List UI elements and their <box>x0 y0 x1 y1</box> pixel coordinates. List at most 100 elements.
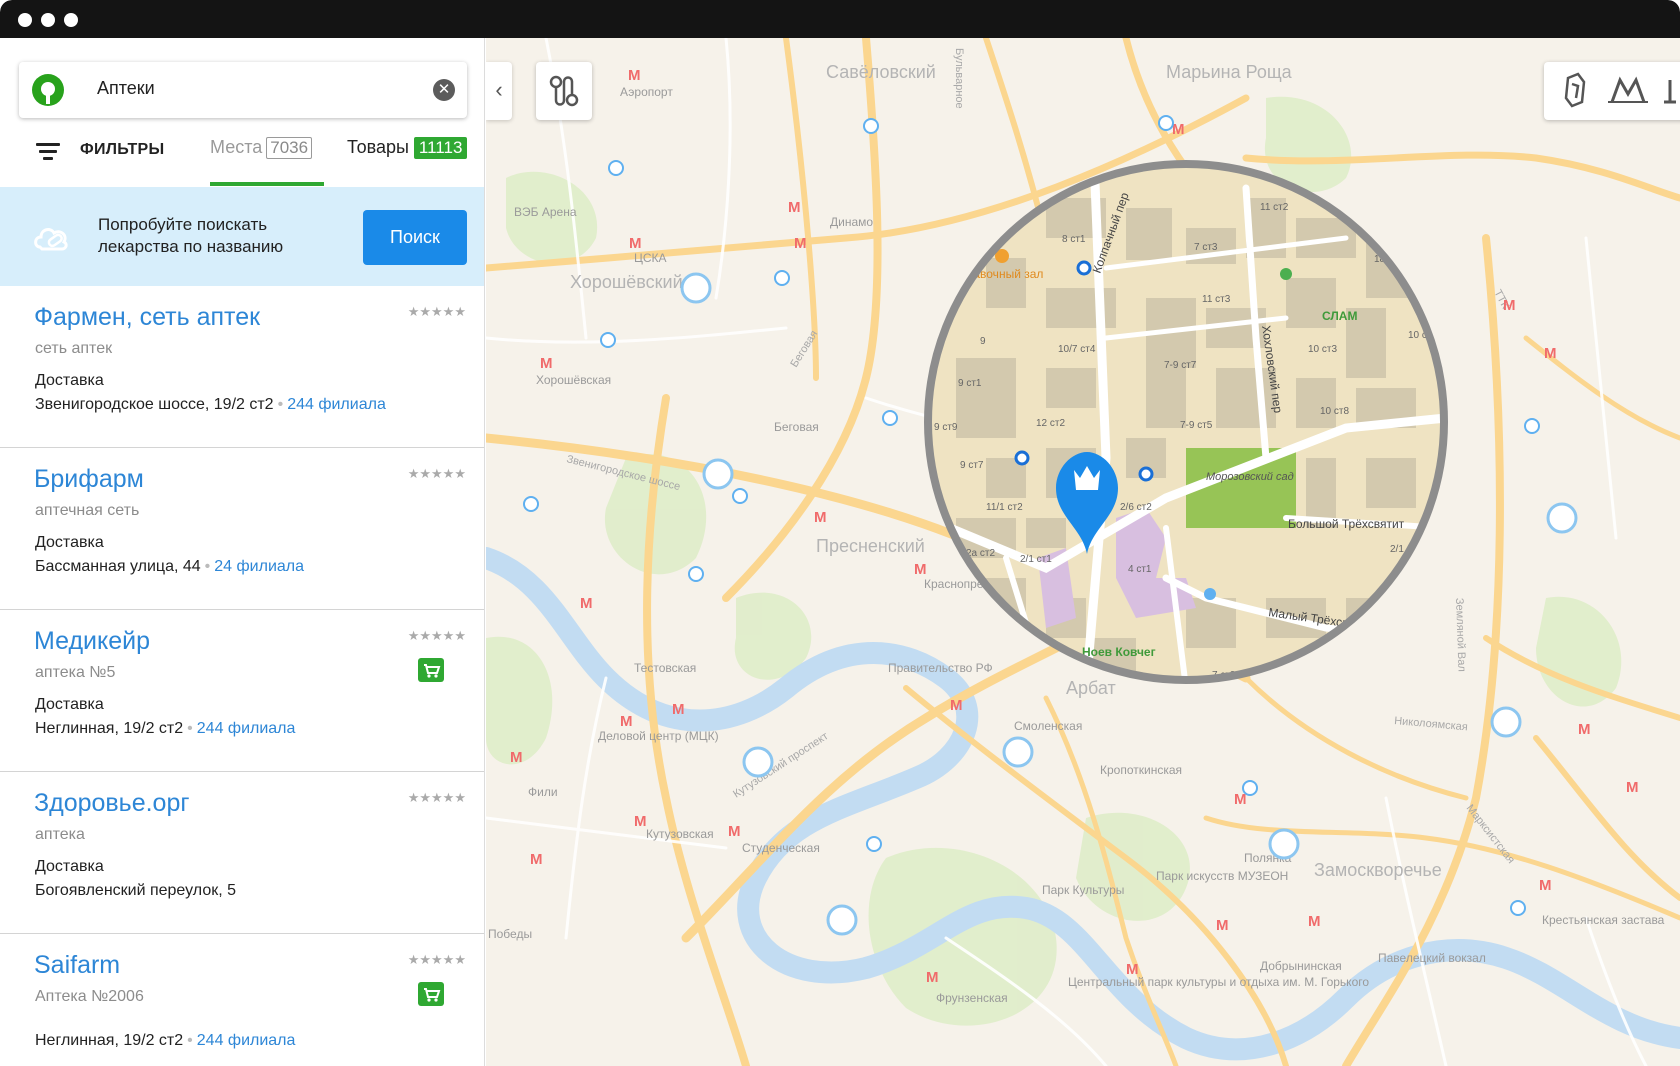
cart-icon[interactable] <box>418 982 444 1006</box>
result-category: аптечная сеть <box>35 502 140 519</box>
building-number: 9 ст1 <box>958 378 982 389</box>
result-name[interactable]: Брифарм <box>34 465 144 494</box>
filter-icon[interactable] <box>36 142 60 160</box>
rating-stars-icon: ★★★★★ <box>407 952 466 967</box>
zoom-poi-label: Ноев Ковчег <box>1082 645 1156 659</box>
zoom-poi-label: СЛАМ <box>1322 309 1357 323</box>
building-number: 10 ст3 <box>1308 344 1337 355</box>
metro-icon: М <box>628 67 641 84</box>
search-input[interactable]: Аптеки <box>97 78 155 99</box>
window-close-dot[interactable] <box>18 13 32 27</box>
building-number: 4 ст1 <box>1128 564 1152 575</box>
active-tab-indicator <box>210 182 324 186</box>
building-number: 10/7 ст4 <box>1058 344 1096 355</box>
metro-icon: М <box>580 595 593 612</box>
result-branches-link[interactable]: 244 филиала <box>197 720 296 737</box>
tab-goods[interactable]: Товары 11113 <box>347 137 468 159</box>
result-branches-link[interactable]: 24 филиала <box>214 558 304 575</box>
result-address-line: Неглинная, 19/2 ст2 • 244 филиала <box>35 720 295 738</box>
rating-stars-icon: ★★★★★ <box>407 628 466 643</box>
metro-icon: М <box>728 823 741 840</box>
map-layers-toolbar <box>1544 62 1680 120</box>
cart-icon[interactable] <box>418 658 444 682</box>
metro-icon: М <box>926 969 939 986</box>
filters-row: ФИЛЬТРЫ Места 7036 Товары 11113 <box>0 134 484 184</box>
collapse-sidebar-button[interactable]: ‹ <box>486 62 512 120</box>
traffic-light-icon[interactable] <box>1564 72 1586 108</box>
route-button[interactable] <box>536 62 592 120</box>
separator-dot: • <box>204 558 211 575</box>
app-logo-icon <box>32 74 64 106</box>
promo-banner: Попробуйте поискать лекарства по названи… <box>0 187 484 286</box>
result-item[interactable]: Здоровье.орг ★★★★★ аптека Доставка Богоявлен… <box>0 772 484 934</box>
result-delivery: Доставка <box>35 372 104 389</box>
metro-icon: М <box>1308 913 1321 930</box>
building-number: 12 ст2 <box>1036 418 1065 429</box>
metro-icon: М <box>950 697 963 714</box>
building-number: 2/1 ст1 <box>1020 554 1052 565</box>
clear-search-button[interactable]: ✕ <box>433 79 455 101</box>
building-number: 7-9 ст7 <box>1164 360 1197 371</box>
result-address: Неглинная, 19/2 ст2 <box>35 1032 184 1049</box>
result-category: аптека <box>35 826 85 843</box>
district-label: Хорошёвский <box>570 272 683 292</box>
station-label: Фили <box>528 785 558 799</box>
result-address: Богоявленский переулок, 5 <box>35 882 236 899</box>
promo-text-line2: лекарства по названию <box>98 237 284 256</box>
result-category: аптека №5 <box>35 664 116 681</box>
station-label: Парк Культуры <box>1042 883 1124 897</box>
metro-layer-icon[interactable] <box>1608 76 1648 103</box>
result-item[interactable]: Фармен, сеть аптек ★★★★★ сеть аптек Доставк… <box>0 286 484 448</box>
station-label: Студенческая <box>742 841 820 855</box>
metro-icon: М <box>814 509 827 526</box>
window-maximize-dot[interactable] <box>64 13 78 27</box>
station-label: Крестьянская застава <box>1542 913 1665 927</box>
promo-text: Попробуйте поискать лекарства по названи… <box>98 214 283 258</box>
promo-text-line1: Попробуйте поискать <box>98 215 268 234</box>
metro-icon: М <box>1503 297 1516 314</box>
route-icon <box>549 75 579 107</box>
metro-icon: М <box>620 713 633 730</box>
station-label: Добрынинская <box>1260 959 1342 973</box>
metro-icon: М <box>1539 877 1552 894</box>
result-name[interactable]: Здоровье.орг <box>34 789 189 818</box>
result-address: Неглинная, 19/2 ст2 <box>35 720 184 737</box>
filters-button[interactable]: ФИЛЬТРЫ <box>80 141 164 159</box>
search-bar[interactable]: Аптеки ✕ <box>19 62 467 118</box>
result-name[interactable]: Медикейр <box>34 627 150 656</box>
result-item[interactable]: Saifarm ★★★★★ Аптека №2006 Неглинная, 19/2 … <box>0 934 484 1066</box>
result-item[interactable]: Медикейр ★★★★★ аптека №5 Доставка Неглинная,… <box>0 610 484 772</box>
building-number: 11 ст2 <box>1260 202 1289 213</box>
result-branches-link[interactable]: 244 филиала <box>287 396 386 413</box>
district-label: Арбат <box>1066 678 1116 698</box>
result-branches-link[interactable]: 244 филиала <box>197 1032 296 1049</box>
station-label: Павелецкий вокзал <box>1378 951 1486 965</box>
street-label: Земляной Вал <box>1453 598 1468 672</box>
result-delivery: Доставка <box>35 858 104 875</box>
building-number: 7-9 ст5 <box>1180 420 1213 431</box>
metro-icon: М <box>540 355 553 372</box>
station-label: Победы <box>488 927 532 941</box>
map-view[interactable]: Савёловский Марьина Роща Хорошёвский Пре… <box>486 38 1680 1066</box>
building-number: 7 ст3 <box>1194 242 1218 253</box>
result-address-line: Богоявленский переулок, 5 <box>35 882 236 900</box>
rating-stars-icon: ★★★★★ <box>407 790 466 805</box>
promo-search-button[interactable]: Поиск <box>363 210 467 265</box>
result-category: сеть аптек <box>35 340 113 357</box>
tab-places[interactable]: Места 7036 <box>210 137 313 159</box>
result-delivery: Доставка <box>35 534 104 551</box>
rating-stars-icon: ★★★★★ <box>407 304 466 319</box>
window-minimize-dot[interactable] <box>41 13 55 27</box>
result-item[interactable]: Брифарм ★★★★★ аптечная сеть Доставка Бассман… <box>0 448 484 610</box>
street-label: Марксистская <box>1464 802 1517 865</box>
layers-toolbar-icons <box>1564 72 1676 108</box>
tab-goods-count: 11113 <box>413 137 468 159</box>
result-name[interactable]: Фармен, сеть аптек <box>34 303 260 332</box>
map-canvas[interactable]: Савёловский Марьина Роща Хорошёвский Пре… <box>486 38 1680 1066</box>
station-label: Фрунзенская <box>936 991 1008 1005</box>
building-number: 9 ст7 <box>960 460 984 471</box>
result-name[interactable]: Saifarm <box>34 951 120 980</box>
ruler-icon[interactable] <box>1664 80 1676 104</box>
station-label: ВЭБ Арена <box>514 205 577 219</box>
building-number: 9 ст9 <box>934 422 958 433</box>
